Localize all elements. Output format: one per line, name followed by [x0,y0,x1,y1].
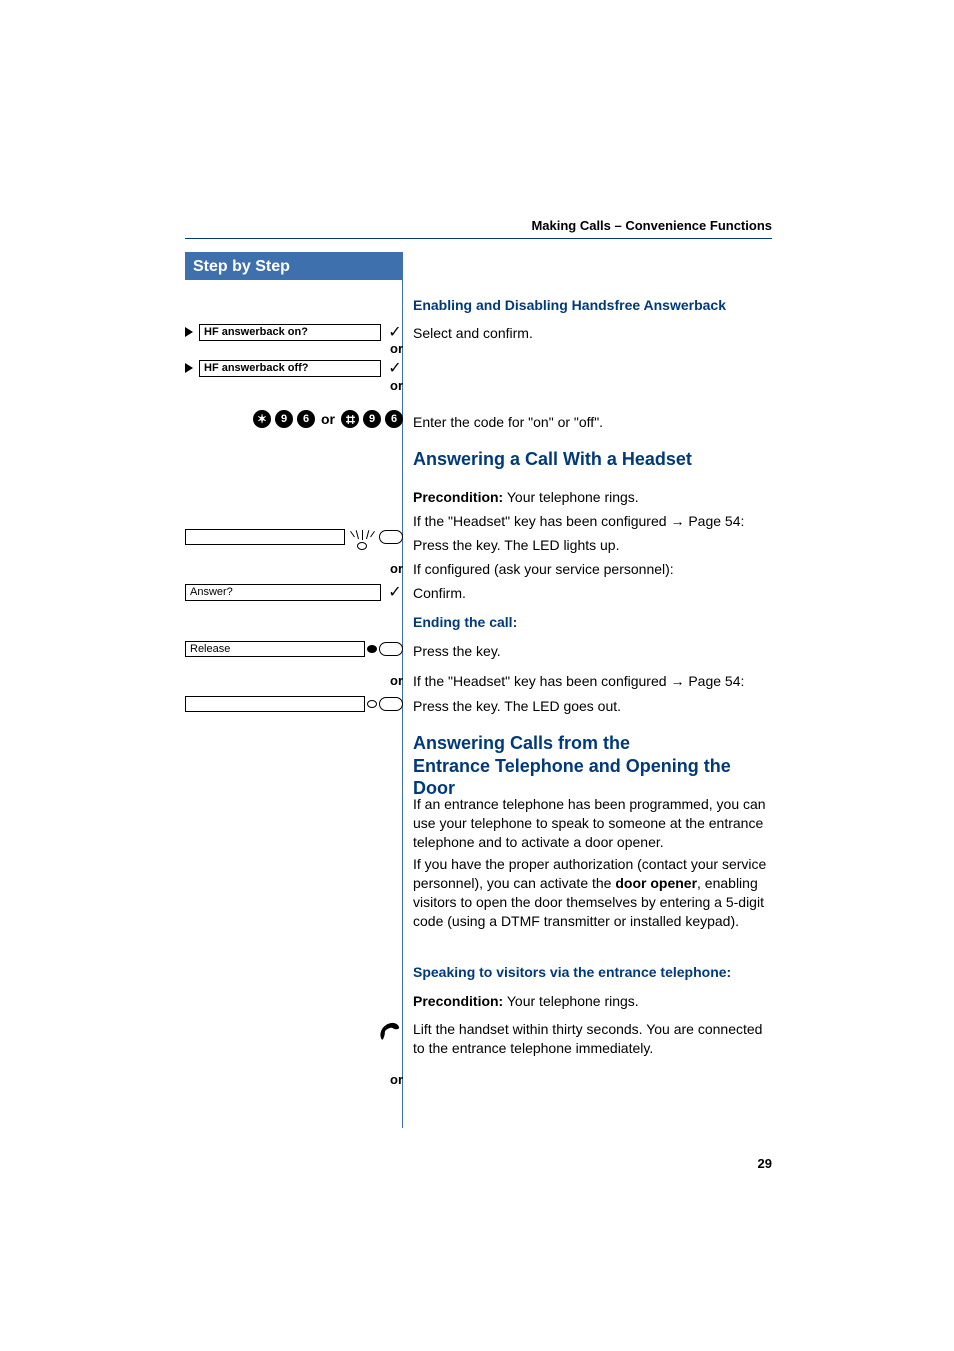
answer-option-row: Answer? ✓ [185,582,403,602]
entrance-title-line2: Entrance Telephone and Opening the Door [413,755,771,800]
arrow-icon: → [670,513,688,529]
key-hash-icon [341,410,359,428]
handset-icon [373,1016,407,1050]
entrance-precondition: Precondition: Your telephone rings. [413,992,771,1011]
entrance-or: or [185,1072,403,1087]
step-by-step-heading: Step by Step [185,252,403,280]
entrance-title-line1: Answering Calls from the [413,732,771,755]
headset-press-ledcup: Press the key. The LED lights up. [413,536,771,555]
headset-precondition: Precondition: Your telephone rings. [413,488,771,507]
triangle-icon [185,363,193,373]
menu-option-hf-off: HF answerback off? [199,360,381,377]
hf-title-row: Enabling and Disabling Handsfree Answerb… [413,297,771,313]
precondition-label: Precondition: [413,489,503,505]
release-press-key: Press the key. [413,642,771,661]
release-key-rect: Release [185,641,365,657]
headset-press-ledout: Press the key. The LED goes out. [413,697,771,716]
check-icon: ✓ [387,582,403,602]
page-ref-54-b: Page 54: [688,673,744,689]
blank-key-rect [185,696,365,712]
headset-section-title: Answering a Call With a Headset [413,448,771,471]
hf-enter-code: Enter the code for "on" or "off". [413,413,771,432]
hf-off-row: HF answerback off? ✓ [185,358,403,378]
headset-or-2: or [185,673,403,688]
key-star-icon [253,410,271,428]
key-6-icon: 6 [297,410,315,428]
hf-code-row: 9 6 or 9 6 [185,410,403,428]
precondition-label: Precondition: [413,993,503,1009]
headset-led-flash-row [185,524,403,550]
oval-button-icon [379,530,403,544]
led-flash-icon [351,524,373,550]
key-9-icon: 9 [275,410,293,428]
check-icon: ✓ [387,322,403,342]
precondition-text: Your telephone rings. [503,993,638,1009]
page-ref-54: Page 54: [688,513,744,529]
ending-call-subheading: Ending the call: [413,614,771,630]
led-off-icon [367,700,377,708]
page-header-breadcrumb: Making Calls – Convenience Functions [531,218,772,233]
headset-ifkey-text: If the "Headset" key has been configured [413,513,670,529]
precondition-text: Your telephone rings. [503,489,638,505]
headset-led-off-row [185,696,403,712]
oval-button-icon [379,642,403,656]
code-or-separator: or [321,411,335,427]
document-page: Making Calls – Convenience Functions Ste… [0,0,954,1351]
hf-or-1: or [185,341,403,356]
entrance-para2: If you have the proper authorization (co… [413,855,771,931]
headset-or-1: or [185,561,403,576]
hf-on-row: HF answerback on? ✓ [185,322,403,342]
release-key-row: Release [185,641,403,657]
release-key-label: Release [190,643,230,655]
entrance-para1: If an entrance telephone has been progra… [413,795,771,852]
speaking-subheading: Speaking to visitors via the entrance te… [413,964,771,980]
handset-icon-row [185,1020,403,1045]
headset-confirm: Confirm. [413,584,771,603]
headset-ifkey2-text: If the "Headset" key has been configured [413,673,670,689]
check-icon: ✓ [387,358,403,378]
menu-option-hf-on: HF answerback on? [199,324,381,341]
key-6-icon: 6 [385,410,403,428]
hf-subheading: Enabling and Disabling Handsfree Answerb… [413,297,771,313]
oval-button-icon [379,697,403,711]
arrow-icon: → [670,673,688,689]
header-rule [185,238,772,239]
door-opener-bold: door opener [615,875,697,891]
page-number: 29 [758,1156,772,1171]
headset-ifconfigured: If configured (ask your service personne… [413,560,771,579]
menu-option-answer: Answer? [185,584,381,601]
key-9-icon: 9 [363,410,381,428]
blank-key-rect [185,529,345,545]
hf-or-2: or [185,378,403,393]
entrance-section-title: Answering Calls from the Entrance Teleph… [413,732,771,800]
hf-select-confirm: Select and confirm. [413,324,771,343]
entrance-lift-handset: Lift the handset within thirty seconds. … [413,1020,771,1058]
led-on-icon [367,645,377,653]
headset-ifkey: If the "Headset" key has been configured… [413,512,771,531]
triangle-icon [185,327,193,337]
headset-ifkey-2: If the "Headset" key has been configured… [413,672,771,691]
